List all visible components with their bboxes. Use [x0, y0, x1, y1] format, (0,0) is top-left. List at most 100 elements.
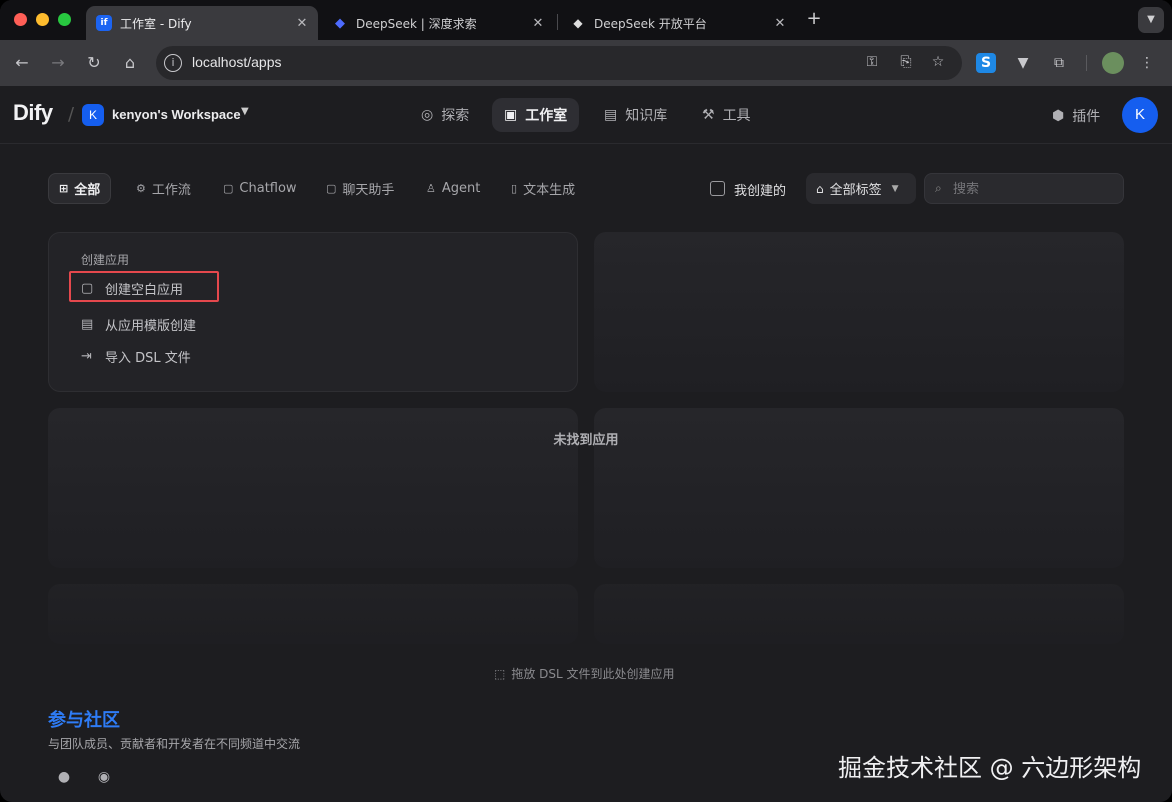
search-icon: ⌕ [935, 181, 942, 195]
maximize-window-button[interactable] [58, 13, 71, 26]
filter-label: Agent [441, 181, 481, 196]
discord-icon[interactable]: ◉ [94, 767, 114, 787]
nav-label: 工具 [722, 108, 751, 124]
password-key-icon[interactable]: ⚿ [862, 54, 882, 72]
install-app-icon[interactable]: ⎘ [896, 54, 916, 72]
filter-text-generation[interactable]: ▯ 文本生成 [501, 173, 585, 204]
search-input[interactable] [953, 179, 1113, 199]
chat-bubble-icon: ▢ [326, 182, 337, 195]
workspace-badge[interactable]: K [82, 104, 104, 126]
nav-explore[interactable]: ◎ 探索 [409, 98, 481, 132]
filter-label: 工作流 [151, 183, 191, 198]
tab-title: DeepSeek | 深度求索 [356, 16, 477, 31]
nav-tools[interactable]: ⚒ 工具 [690, 98, 763, 132]
profile-avatar-icon[interactable] [1102, 52, 1124, 74]
site-info-icon[interactable]: i [164, 54, 182, 72]
empty-state-text: 未找到应用 [553, 433, 619, 448]
back-arrow-icon[interactable]: ← [10, 51, 34, 75]
more-menu-icon[interactable]: ⋮ [1136, 52, 1158, 74]
highlight-box [69, 271, 219, 302]
nav-knowledge[interactable]: ▤ 知识库 [592, 98, 679, 132]
create-app-title: 创建应用 [81, 253, 130, 267]
deepseek-platform-icon: ◆ [573, 16, 583, 30]
filter-label: 文本生成 [523, 183, 576, 198]
placeholder-card [594, 584, 1124, 644]
new-tab-button[interactable]: + [804, 9, 824, 29]
v-extension-icon[interactable]: ▼ [1012, 52, 1034, 74]
close-icon[interactable]: ✕ [530, 16, 546, 31]
create-item-label: 导入 DSL 文件 [105, 351, 191, 366]
drop-hint-text: 拖放 DSL 文件到此处创建应用 [511, 667, 675, 681]
robot-icon: ▣ [504, 107, 518, 123]
import-dsl-button[interactable]: ⇥ 导入 DSL 文件 [81, 347, 191, 366]
plugin-button[interactable]: ⬢ 插件 [1052, 106, 1100, 126]
community-subtitle: 与团队成员、贡献者和开发者在不同频道中交流 [48, 737, 301, 751]
tab-title: 工作室 - Dify [120, 16, 192, 31]
close-window-button[interactable] [14, 13, 27, 26]
reload-icon[interactable]: ↻ [82, 51, 106, 75]
tag-filter-select[interactable]: ⌂ 全部标签 ▼ [806, 173, 916, 204]
placeholder-card [48, 584, 578, 644]
nav-studio[interactable]: ▣ 工作室 [492, 98, 580, 132]
hammer-icon: ⚒ [702, 107, 715, 123]
tab-deepseek[interactable]: ◆ DeepSeek | 深度求索 ✕ [322, 6, 554, 40]
dify-logo[interactable]: Dify [13, 100, 53, 126]
chatflow-icon: ▢ [223, 182, 234, 195]
drag-drop-icon: ⬚ [494, 666, 506, 681]
chevron-down-icon[interactable]: ▼ [241, 106, 249, 117]
filter-chatbot[interactable]: ▢ 聊天助手 [316, 173, 404, 204]
created-by-me-label[interactable]: 我创建的 [734, 180, 786, 199]
bookmark-star-icon[interactable]: ☆ [928, 54, 948, 72]
user-avatar[interactable]: K [1122, 97, 1158, 133]
create-item-label: 从应用模版创建 [105, 319, 197, 334]
tag-filter-label: 全部标签 [829, 183, 882, 198]
nav-label: 工作室 [525, 108, 568, 124]
filter-label: 全部 [74, 183, 101, 198]
filter-all[interactable]: ⊞ 全部 [48, 173, 112, 204]
github-icon[interactable]: ● [54, 767, 74, 787]
breadcrumb-separator: / [68, 104, 75, 125]
tab-search-button[interactable]: ▼ [1138, 7, 1164, 33]
community-title: 参与社区 [48, 710, 120, 731]
home-icon[interactable]: ⌂ [118, 51, 142, 75]
search-box[interactable]: ⌕ [924, 173, 1124, 204]
close-icon[interactable]: ✕ [294, 16, 310, 31]
plugin-label: 插件 [1072, 109, 1101, 125]
forward-arrow-icon[interactable]: → [46, 51, 70, 75]
filter-label: 聊天助手 [342, 183, 395, 198]
filter-workflow[interactable]: ⚙ 工作流 [126, 173, 201, 204]
nav-label: 知识库 [625, 108, 668, 124]
tab-dify[interactable]: if 工作室 - Dify ✕ [86, 6, 318, 40]
workspace-name[interactable]: kenyon's Workspace [112, 107, 241, 122]
s-extension-icon[interactable]: S [976, 53, 996, 73]
extensions-puzzle-icon[interactable]: ⧉ [1048, 52, 1070, 74]
create-app-card: 创建应用 ▢ 创建空白应用 ▤ 从应用模版创建 ⇥ 导入 DSL 文件 [48, 232, 578, 392]
watermark-text: 掘金技术社区 @ 六边形架构 [838, 754, 1142, 782]
placeholder-card [594, 232, 1124, 392]
toolbar-separator [1086, 55, 1087, 71]
tab-strip: if 工作室 - Dify ✕ ◆ DeepSeek | 深度求索 ✕ ◆ De… [0, 0, 1172, 40]
filter-chatflow[interactable]: ▢ Chatflow [213, 173, 307, 204]
workflow-icon: ⚙ [136, 182, 146, 195]
created-by-me-checkbox[interactable] [710, 181, 725, 196]
document-icon: ▯ [511, 182, 518, 195]
template-icon: ▤ [81, 317, 94, 332]
book-icon: ▤ [604, 107, 618, 123]
grid-icon: ⊞ [59, 182, 69, 195]
compass-icon: ◎ [421, 107, 434, 123]
minimize-window-button[interactable] [36, 13, 49, 26]
import-icon: ⇥ [81, 349, 92, 364]
address-bar[interactable]: i localhost/apps ⚿ ⎘ ☆ [156, 46, 962, 80]
cube-icon: ⬢ [1052, 108, 1065, 124]
browser-window: if 工作室 - Dify ✕ ◆ DeepSeek | 深度求索 ✕ ◆ De… [0, 0, 1172, 802]
tab-separator [557, 14, 558, 30]
agent-icon: ♙ [426, 182, 436, 195]
close-icon[interactable]: ✕ [772, 16, 788, 31]
filter-agent[interactable]: ♙ Agent [416, 173, 490, 204]
drop-dsl-hint: ⬚ 拖放 DSL 文件到此处创建应用 [494, 665, 675, 682]
tag-icon: ⌂ [816, 181, 824, 196]
tab-deepseek-platform[interactable]: ◆ DeepSeek 开放平台 ✕ [560, 6, 796, 40]
create-from-template-button[interactable]: ▤ 从应用模版创建 [81, 315, 196, 334]
chevron-down-icon: ▼ [891, 183, 899, 194]
url-text[interactable]: localhost/apps [192, 54, 282, 70]
